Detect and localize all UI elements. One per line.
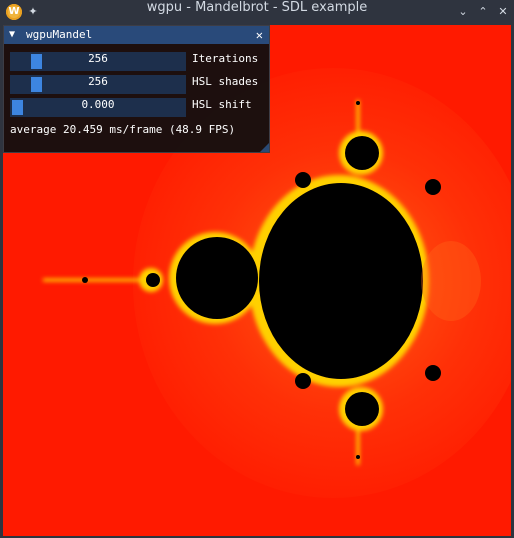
slider-label: HSL shift [192,98,252,111]
imgui-panel[interactable]: ▼ wgpuMandel ✕ 256 Iterations 256 HSL sh… [3,25,270,153]
resize-grip[interactable] [260,143,269,152]
frame-stats: average 20.459 ms/frame (48.9 FPS) [10,123,236,136]
slider-value: 0.000 [81,98,115,111]
close-button[interactable]: ✕ [494,3,512,21]
cardioid-cusp-glow [421,241,481,321]
slider-value: 256 [88,52,108,65]
iterations-row: 256 Iterations [10,52,268,71]
window-titlebar[interactable]: W ✦ wgpu - Mandelbrot - SDL example ⌄ ⌃ … [0,0,514,24]
iterations-slider[interactable]: 256 [10,52,186,71]
imgui-close-icon[interactable]: ✕ [256,26,263,44]
imgui-title: wgpuMandel [26,28,93,41]
minimize-button[interactable]: ⌄ [454,3,472,21]
slider-label: Iterations [192,52,259,65]
maximize-button[interactable]: ⌃ [474,3,492,21]
collapse-triangle-icon[interactable]: ▼ [9,26,21,44]
hsl-shift-row: 0.000 HSL shift [10,98,268,117]
window-title: wgpu - Mandelbrot - SDL example [146,0,368,15]
imgui-titlebar[interactable]: ▼ wgpuMandel ✕ [4,26,269,44]
hsl-shades-row: 256 HSL shades [10,75,268,94]
slider-label: HSL shades [192,75,259,88]
slider-value: 256 [88,75,108,88]
hsl-shades-slider[interactable]: 256 [10,75,186,94]
app-window: W ✦ wgpu - Mandelbrot - SDL example ⌄ ⌃ … [0,0,514,538]
hsl-shift-slider[interactable]: 0.000 [10,98,186,117]
